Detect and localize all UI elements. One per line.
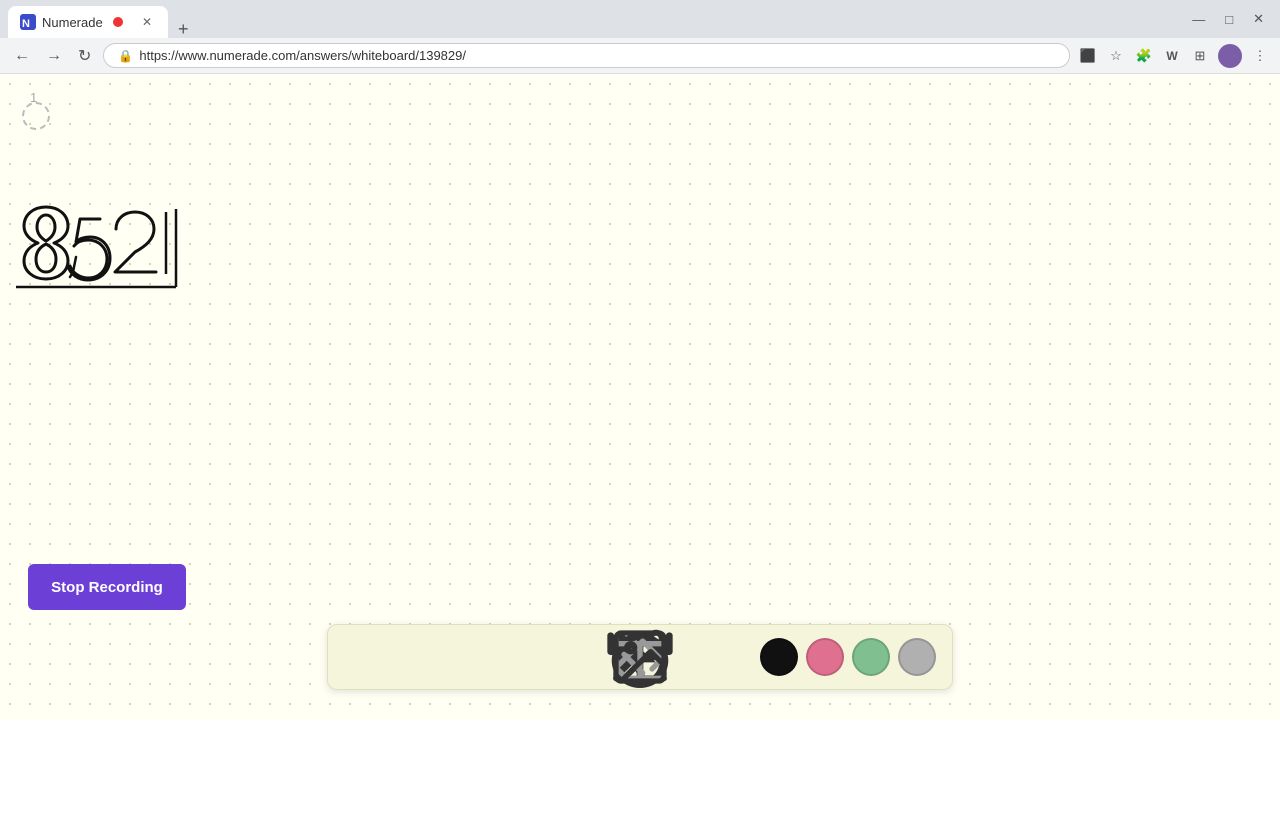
stop-recording-label: Stop Recording bbox=[51, 579, 163, 596]
color-pink-button[interactable] bbox=[806, 638, 844, 676]
address-right-icons: ⬛ ☆ 🧩 W ⊞ ⋮ bbox=[1078, 44, 1270, 68]
whiteboard-canvas[interactable]: 1 Stop Recording bbox=[0, 74, 1280, 720]
color-green-button[interactable] bbox=[852, 638, 890, 676]
redo-button[interactable] bbox=[396, 635, 440, 679]
page-cursor-indicator bbox=[22, 102, 50, 130]
close-button[interactable]: ✕ bbox=[1245, 9, 1272, 29]
lock-icon: 🔒 bbox=[118, 49, 133, 63]
color-black-button[interactable] bbox=[760, 638, 798, 676]
url-bar[interactable]: 🔒 https://www.numerade.com/answers/white… bbox=[103, 43, 1070, 68]
eraser-button[interactable] bbox=[604, 635, 648, 679]
favicon-icon: N bbox=[20, 14, 36, 30]
add-button[interactable] bbox=[552, 635, 596, 679]
profile-avatar[interactable] bbox=[1218, 44, 1242, 68]
minimize-button[interactable]: — bbox=[1184, 10, 1213, 29]
select-button[interactable] bbox=[448, 635, 492, 679]
bookmark-icon[interactable]: ☆ bbox=[1106, 46, 1126, 66]
image-button[interactable] bbox=[708, 635, 752, 679]
window-controls: — □ ✕ bbox=[1184, 9, 1272, 29]
stop-recording-button[interactable]: Stop Recording bbox=[28, 564, 186, 610]
color-gray-button[interactable] bbox=[898, 638, 936, 676]
recording-indicator bbox=[113, 17, 123, 27]
active-tab[interactable]: N Numerade ✕ bbox=[8, 6, 168, 38]
back-button[interactable]: ← bbox=[10, 43, 34, 69]
toolbar bbox=[327, 624, 953, 690]
handwriting-svg bbox=[8, 184, 1280, 830]
pen-button[interactable] bbox=[500, 635, 544, 679]
forward-button[interactable]: → bbox=[42, 43, 66, 69]
text-button[interactable] bbox=[656, 635, 700, 679]
grid-icon[interactable]: ⊞ bbox=[1190, 46, 1210, 66]
tab-title: Numerade bbox=[42, 15, 103, 30]
maximize-button[interactable]: □ bbox=[1217, 10, 1241, 29]
w-extension-icon[interactable]: W bbox=[1162, 46, 1182, 66]
extension-icon[interactable]: 🧩 bbox=[1134, 46, 1154, 66]
svg-text:N: N bbox=[22, 18, 30, 30]
screen-capture-icon[interactable]: ⬛ bbox=[1078, 46, 1098, 66]
tab-bar: N Numerade ✕ + bbox=[8, 0, 195, 38]
titlebar: N Numerade ✕ + — □ ✕ bbox=[0, 0, 1280, 38]
tab-close-button[interactable]: ✕ bbox=[138, 13, 156, 31]
url-text: https://www.numerade.com/answers/whitebo… bbox=[139, 48, 466, 63]
menu-icon[interactable]: ⋮ bbox=[1250, 46, 1270, 66]
new-tab-button[interactable]: + bbox=[172, 20, 195, 38]
address-bar: ← → ↻ 🔒 https://www.numerade.com/answers… bbox=[0, 38, 1280, 74]
reload-button[interactable]: ↻ bbox=[74, 42, 95, 70]
undo-button[interactable] bbox=[344, 635, 388, 679]
